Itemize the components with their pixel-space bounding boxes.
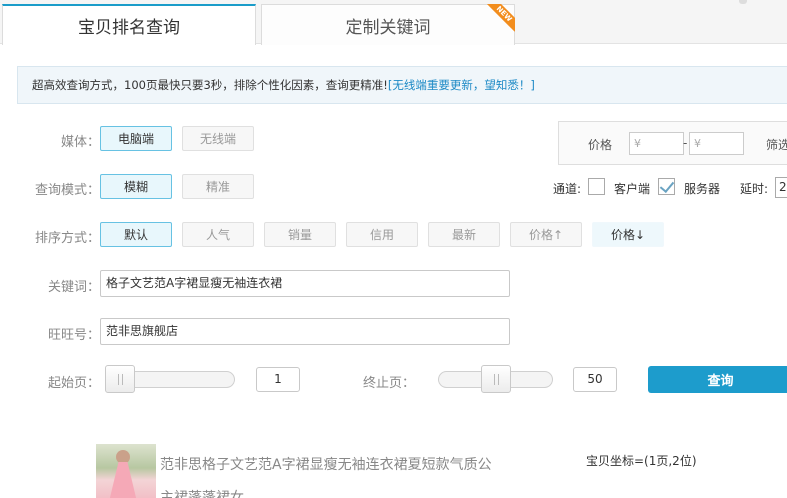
- notice-bar: 超高效查询方式，100页最快只要3秒，排除个性化因素，查询更精准! [无线端重要…: [17, 66, 787, 104]
- result-coordinate: 宝贝坐标=(1页,2位): [586, 454, 697, 468]
- thumbnail-figure-dress: [108, 462, 138, 498]
- client-checkbox[interactable]: [588, 178, 605, 195]
- tab-rank-query[interactable]: 宝贝排名查询: [2, 4, 256, 45]
- tab-rank-query-label: 宝贝排名查询: [78, 18, 180, 38]
- mode-option-fuzzy[interactable]: 模糊: [100, 174, 172, 199]
- price-max-input[interactable]: ¥: [689, 132, 744, 155]
- client-label: 客户端: [614, 182, 651, 196]
- start-page-input[interactable]: 1: [256, 367, 300, 392]
- keyword-label: 关键词：: [47, 280, 100, 295]
- server-label: 服务器: [684, 182, 721, 196]
- notice-text: 超高效查询方式，100页最快只要3秒，排除个性化因素，查询更精准!: [32, 78, 388, 92]
- wangwang-label: 旺旺号：: [47, 328, 100, 343]
- channel-label: 通道:: [553, 182, 582, 196]
- start-page-label: 起始页：: [47, 376, 100, 391]
- price-filter-button[interactable]: 筛选: [766, 136, 787, 153]
- result-title-link[interactable]: 范非思格子文艺范A字裙显瘦无袖连衣裙夏短款气质公主裙蓬蓬裙女: [160, 449, 500, 498]
- delay-label: 延时:: [740, 182, 769, 196]
- sort-option-popularity[interactable]: 人气: [182, 222, 254, 247]
- sort-option-credit[interactable]: 信用: [346, 222, 418, 247]
- mode-label: 查询模式：: [34, 183, 100, 198]
- server-checkbox[interactable]: [658, 178, 675, 195]
- sort-label: 排序方式：: [34, 231, 100, 246]
- price-dash: -: [683, 136, 688, 150]
- media-label: 媒体：: [60, 135, 100, 150]
- corner-decoration: [739, 0, 747, 4]
- new-badge: NEW: [485, 4, 515, 34]
- tab-custom-keywords[interactable]: 定制关键词 NEW: [261, 4, 515, 45]
- tab-custom-keywords-label: 定制关键词: [345, 17, 431, 38]
- mode-option-exact[interactable]: 精准: [182, 174, 254, 199]
- keyword-input[interactable]: 格子文艺范A字裙显瘦无袖连衣裙: [100, 270, 510, 297]
- search-button[interactable]: 查询: [648, 366, 787, 393]
- price-filter-box: 价格 ¥ - ¥ 筛选: [558, 121, 787, 165]
- sort-option-price-asc[interactable]: 价格↑: [510, 222, 582, 247]
- end-page-slider-handle[interactable]: [480, 365, 511, 393]
- media-option-mobile[interactable]: 无线端: [182, 126, 254, 151]
- end-page-label: 终止页：: [362, 376, 415, 391]
- end-page-input[interactable]: 50: [573, 367, 617, 392]
- tab-bar: 宝贝排名查询 定制关键词 NEW: [0, 0, 787, 45]
- notice-link[interactable]: [无线端重要更新，望知悉！]: [388, 77, 535, 93]
- media-option-pc[interactable]: 电脑端: [100, 126, 172, 151]
- price-label: 价格: [588, 138, 613, 152]
- start-page-slider-handle[interactable]: [105, 365, 135, 393]
- sort-option-price-desc[interactable]: 价格↓: [592, 222, 664, 247]
- sort-option-default[interactable]: 默认: [100, 222, 172, 247]
- wangwang-input[interactable]: 范非思旗舰店: [100, 318, 510, 345]
- result-thumbnail[interactable]: [96, 444, 156, 498]
- thumbnail-figure-head: [116, 450, 130, 464]
- price-min-input[interactable]: ¥: [629, 132, 684, 155]
- delay-input[interactable]: 2: [775, 177, 787, 198]
- sort-option-newest[interactable]: 最新: [428, 222, 500, 247]
- sort-option-sales[interactable]: 销量: [264, 222, 336, 247]
